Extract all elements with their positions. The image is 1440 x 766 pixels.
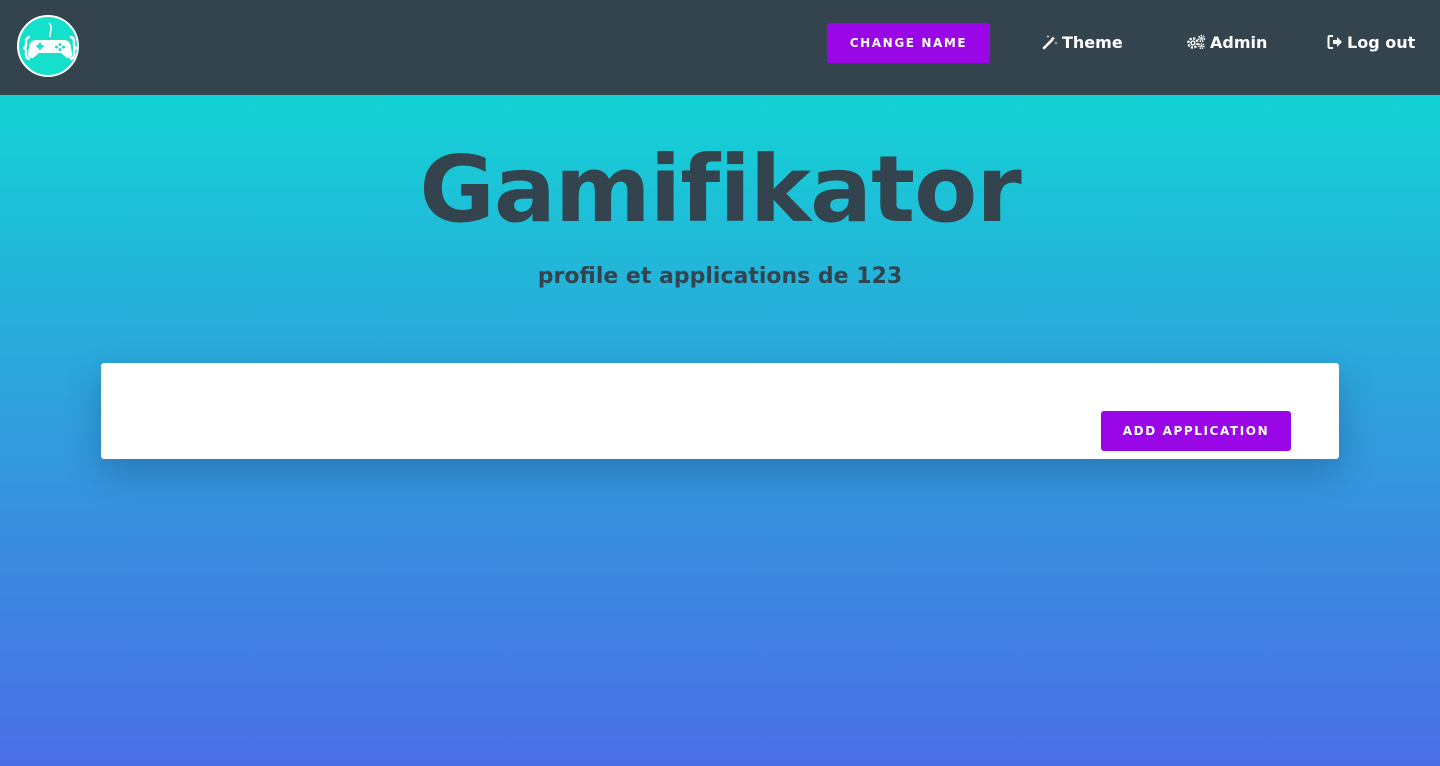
- add-application-button[interactable]: ADD APPLICATION: [1101, 411, 1291, 451]
- sign-out-icon: [1327, 33, 1343, 57]
- change-name-button[interactable]: CHANGE NAME: [827, 23, 990, 63]
- magic-wand-icon: [1042, 33, 1058, 57]
- nav-admin-label: Admin: [1210, 33, 1268, 52]
- applications-card: ADD APPLICATION: [101, 363, 1339, 459]
- nav-theme-link[interactable]: Theme: [1042, 31, 1123, 55]
- gears-icon: [1186, 33, 1206, 57]
- nav-logout-label: Log out: [1347, 33, 1416, 52]
- nav-logout-link[interactable]: Log out: [1327, 31, 1415, 55]
- nav-admin-link[interactable]: Admin: [1186, 31, 1267, 55]
- gamepad-logo-icon[interactable]: [17, 15, 79, 77]
- page-title: Gamifikator: [419, 136, 1021, 243]
- page-subtitle: profile et applications de 123: [537, 264, 903, 289]
- top-navbar: CHANGE NAME Theme Admin Log out: [0, 0, 1440, 95]
- nav-theme-label: Theme: [1062, 33, 1123, 52]
